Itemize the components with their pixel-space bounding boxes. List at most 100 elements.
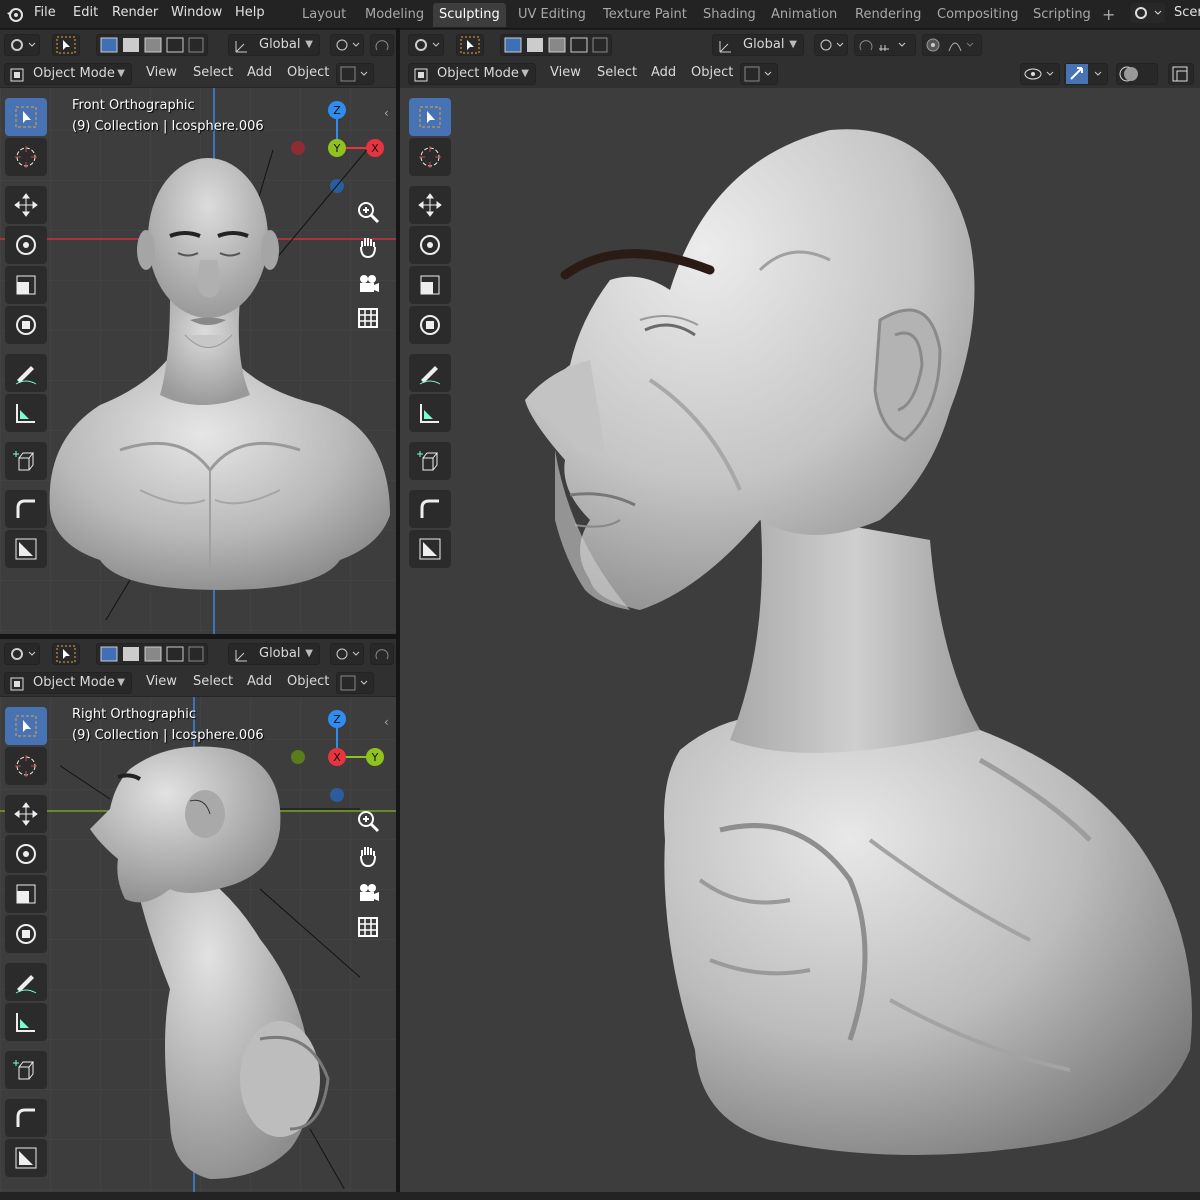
snap-icon[interactable] [370, 34, 394, 56]
cursor-icon[interactable] [409, 138, 451, 176]
editor-type-icon[interactable] [408, 34, 444, 56]
menu-view[interactable]: View [550, 65, 581, 80]
menu-edit[interactable]: Edit [73, 5, 98, 20]
select-box-icon[interactable] [5, 707, 47, 745]
menu-add[interactable]: Add [651, 65, 676, 80]
scale-icon[interactable] [5, 875, 47, 913]
select-box-icon[interactable] [5, 98, 47, 136]
sidebar-toggle-icon[interactable]: ‹ [384, 715, 389, 729]
mode-label: Object Mode [33, 66, 115, 81]
cursor-icon[interactable] [5, 747, 47, 785]
selection-mode-icons[interactable] [96, 643, 208, 665]
pivot-icon[interactable] [330, 34, 364, 56]
selection-mode-icons[interactable] [500, 34, 612, 56]
menu-object[interactable]: Object [287, 65, 329, 80]
menu-select[interactable]: Select [597, 65, 637, 80]
main-viewport[interactable]: Global ▼ Object Mode ▼ View Select Add O… [400, 30, 1200, 1192]
pivot-icon[interactable] [330, 643, 364, 665]
object-mode-icon [414, 68, 428, 82]
menu-object[interactable]: Object [691, 65, 733, 80]
bevel-icon[interactable] [409, 490, 451, 528]
orientation-dropdown[interactable]: Global ▼ [712, 34, 804, 56]
add-workspace-icon[interactable]: + [1096, 3, 1121, 27]
pivot-icon[interactable] [814, 34, 848, 56]
orientation-dropdown[interactable]: Global ▼ [228, 34, 320, 56]
tab-uv-editing[interactable]: UV Editing [512, 3, 592, 27]
tab-shading[interactable]: Shading [697, 3, 762, 27]
visibility-icon[interactable] [1020, 63, 1060, 85]
tab-layout[interactable]: Layout [296, 3, 352, 27]
snap-icon[interactable] [854, 34, 916, 56]
editor-type-icon[interactable] [4, 643, 40, 665]
menu-render[interactable]: Render [112, 5, 158, 20]
add-cube-icon[interactable] [409, 442, 451, 480]
blender-logo-icon[interactable] [6, 5, 24, 23]
orientation-dropdown[interactable]: Global ▼ [228, 643, 320, 665]
annotate-icon[interactable] [409, 354, 451, 392]
selection-mode-icons[interactable] [96, 34, 208, 56]
measure-icon[interactable] [409, 394, 451, 432]
menu-add[interactable]: Add [247, 65, 272, 80]
select-box-icon[interactable] [409, 98, 451, 136]
tab-scripting[interactable]: Scripting [1027, 3, 1097, 27]
transform-icon[interactable] [5, 915, 47, 953]
move-icon[interactable] [409, 186, 451, 224]
scale-icon[interactable] [409, 266, 451, 304]
proportional-falloff-icon[interactable] [922, 34, 982, 56]
front-viewport[interactable]: Global ▼ Object Mode ▼ View Select Add O… [0, 30, 396, 634]
sculpt-bust-side[interactable] [60, 739, 360, 1189]
menu-select[interactable]: Select [193, 674, 233, 689]
area-separator-vertical[interactable] [396, 29, 400, 1200]
menu-select[interactable]: Select [193, 65, 233, 80]
proportional-edit-icon[interactable] [336, 672, 374, 694]
mode-dropdown[interactable]: Object Mode ▼ [4, 672, 132, 694]
xray-icon[interactable] [1168, 63, 1194, 85]
measure-icon[interactable] [5, 1003, 47, 1041]
sculpt-bust-front[interactable] [40, 150, 396, 620]
select-tool-icon[interactable] [456, 34, 484, 56]
gizmo-toggle-icon[interactable] [1064, 63, 1108, 85]
mode-dropdown[interactable]: Object Mode ▼ [4, 63, 132, 85]
snap-icon[interactable] [370, 643, 394, 665]
menu-help[interactable]: Help [235, 5, 265, 20]
scene-selector-icon[interactable] [1130, 2, 1166, 24]
transform-icon[interactable] [409, 306, 451, 344]
menu-file[interactable]: File [34, 5, 56, 20]
tab-sculpting[interactable]: Sculpting [433, 3, 506, 27]
tool-settings-header: Global ▼ [0, 639, 396, 668]
menu-object[interactable]: Object [287, 674, 329, 689]
add-cube-icon[interactable] [5, 1051, 47, 1089]
bevel-icon[interactable] [5, 1099, 47, 1137]
tool-settings-header: Global ▼ [400, 30, 1200, 59]
overlays-icon[interactable] [1116, 63, 1158, 85]
menu-view[interactable]: View [146, 65, 177, 80]
sculpt-bust-perspective[interactable] [510, 120, 1200, 1180]
scene-name[interactable]: Scen [1174, 5, 1200, 20]
mode-dropdown[interactable]: Object Mode ▼ [408, 63, 536, 85]
area-separator-horizontal[interactable] [0, 634, 396, 639]
chevron-down-icon: ▼ [789, 39, 797, 50]
sidebar-toggle-icon[interactable]: ‹ [384, 106, 389, 120]
menu-window[interactable]: Window [171, 5, 222, 20]
shrink-icon[interactable] [409, 530, 451, 568]
tab-modeling[interactable]: Modeling [359, 3, 430, 27]
transform-orientation-icon [235, 41, 247, 53]
tab-compositing[interactable]: Compositing [931, 3, 1025, 27]
move-icon[interactable] [5, 795, 47, 833]
menu-add[interactable]: Add [247, 674, 272, 689]
right-viewport[interactable]: Global ▼ Object Mode ▼ View Select Add O… [0, 639, 396, 1192]
proportional-edit-icon[interactable] [336, 63, 374, 85]
rotate-icon[interactable] [5, 835, 47, 873]
select-tool-icon[interactable] [52, 34, 80, 56]
tab-texture-paint[interactable]: Texture Paint [597, 3, 693, 27]
toolbar [2, 705, 50, 1185]
annotate-icon[interactable] [5, 963, 47, 1001]
tab-rendering[interactable]: Rendering [849, 3, 927, 27]
select-tool-icon[interactable] [52, 643, 80, 665]
rotate-icon[interactable] [409, 226, 451, 264]
tab-animation[interactable]: Animation [765, 3, 843, 27]
menu-view[interactable]: View [146, 674, 177, 689]
editor-type-icon[interactable] [4, 34, 40, 56]
proportional-edit-icon[interactable] [740, 63, 778, 85]
shrink-icon[interactable] [5, 1139, 47, 1177]
